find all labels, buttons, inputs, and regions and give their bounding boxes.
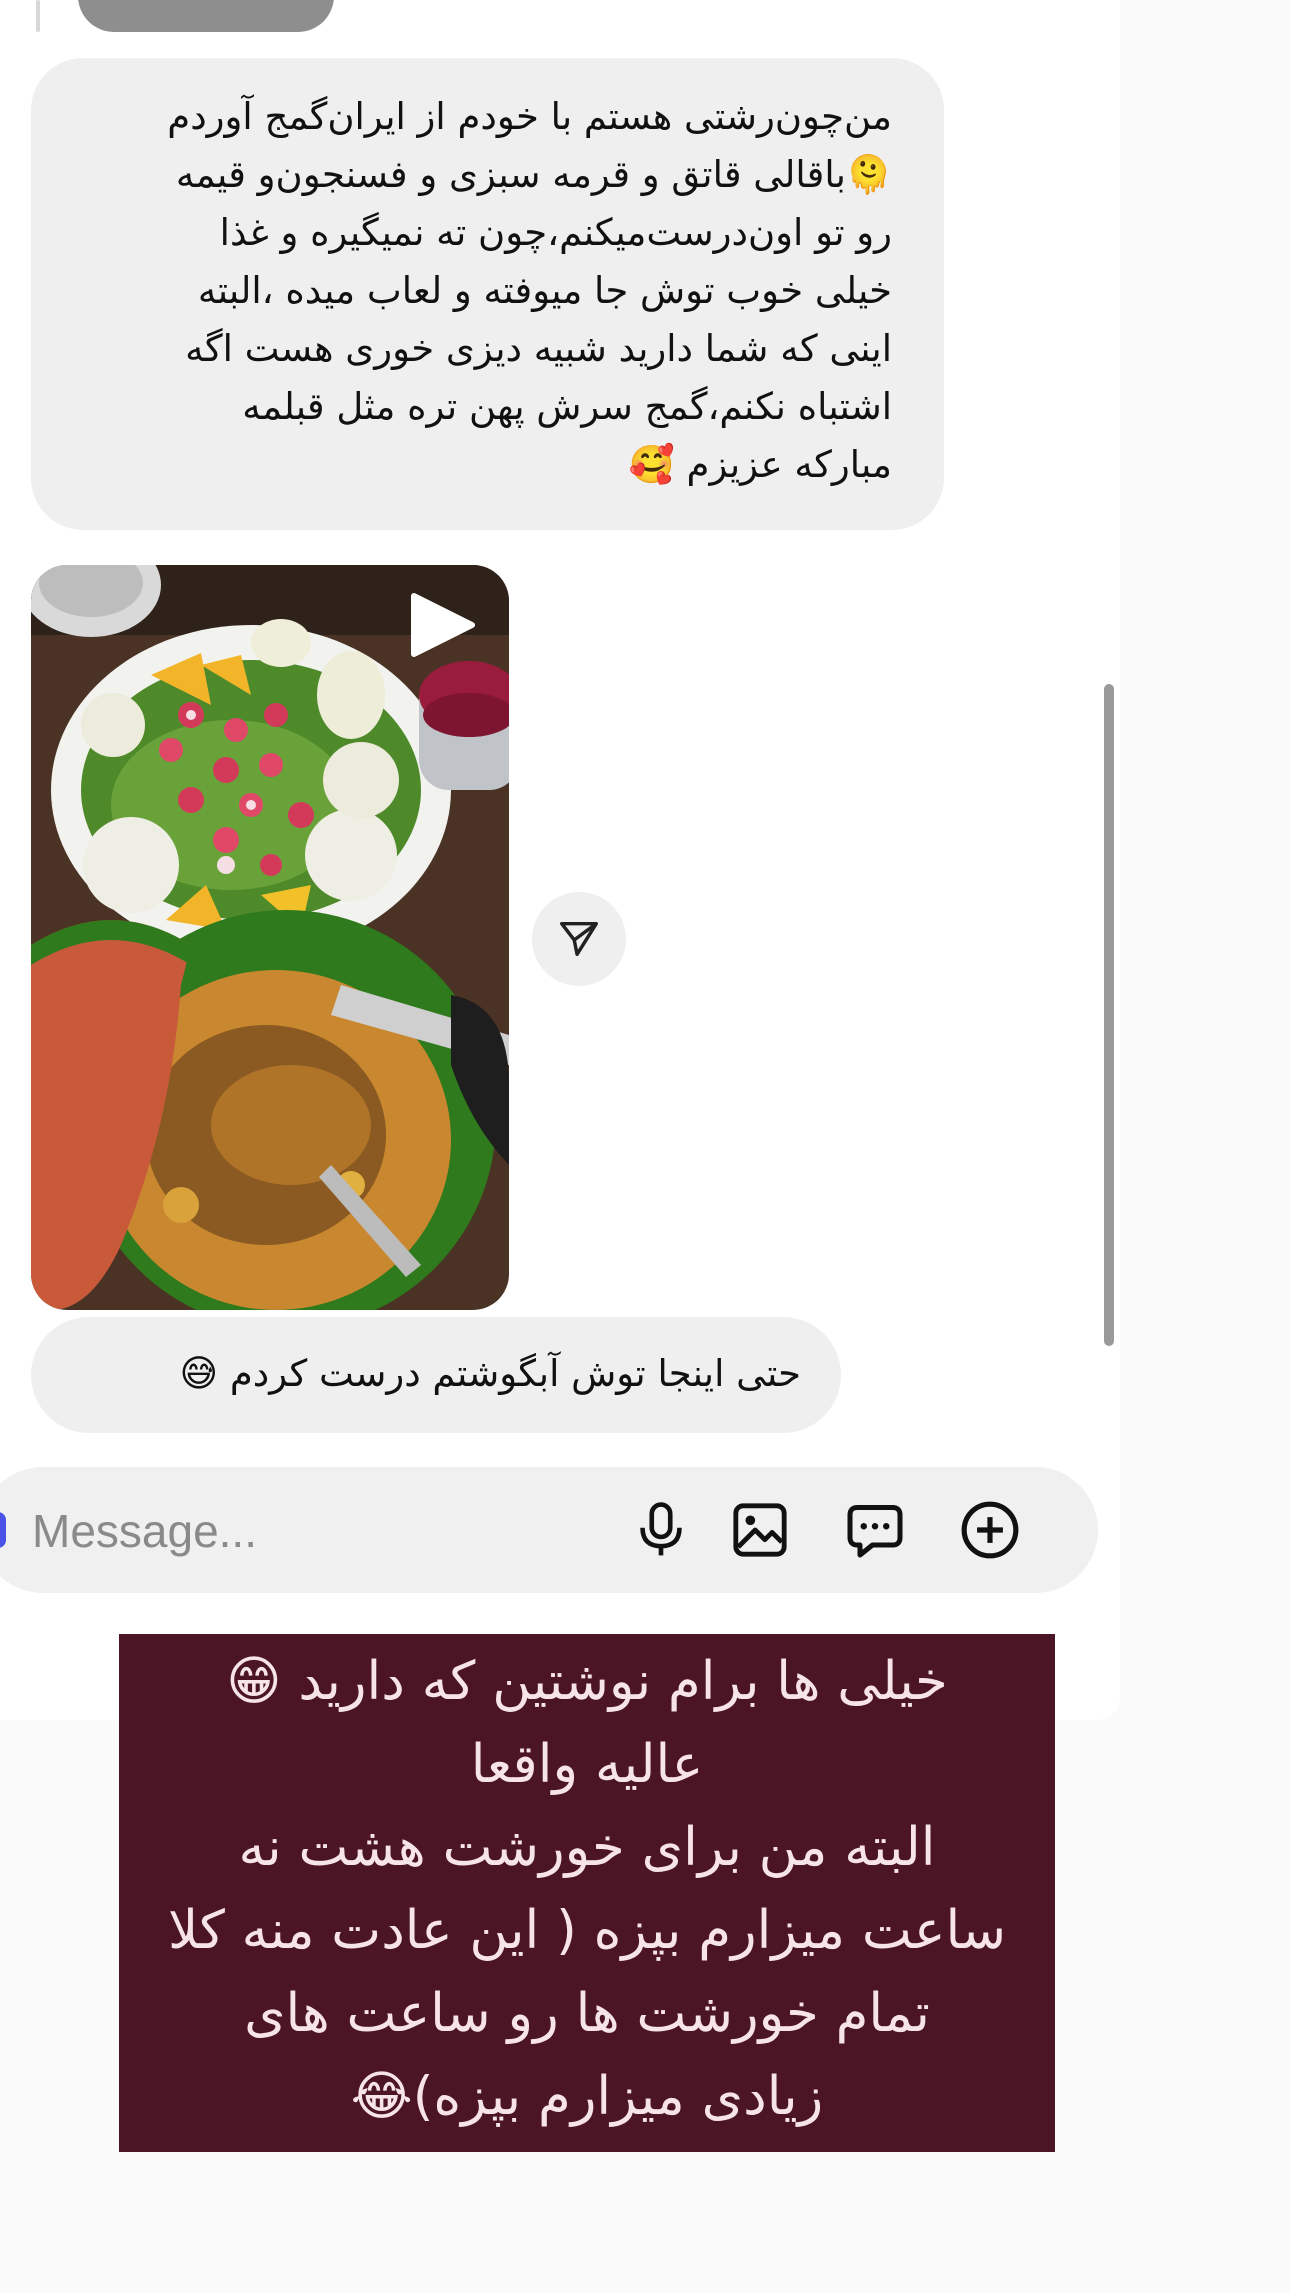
video-message[interactable] — [31, 565, 509, 1310]
microphone-button[interactable] — [628, 1497, 694, 1563]
thread-line — [36, 0, 40, 32]
gallery-button[interactable] — [727, 1497, 793, 1563]
plus-circle-icon — [961, 1501, 1019, 1559]
share-button[interactable] — [532, 892, 626, 986]
play-icon[interactable] — [400, 592, 480, 658]
message-bubble[interactable]: حتی اینجا توش آبگوشتم درست کردم 😅 — [31, 1317, 841, 1433]
scrollbar[interactable] — [1104, 684, 1114, 1346]
gallery-icon — [733, 1503, 787, 1557]
add-button[interactable] — [957, 1497, 1023, 1563]
chat-bubble-icon — [847, 1505, 903, 1558]
microphone-icon — [640, 1502, 682, 1556]
story-caption: خیلی ها برام نوشتین که دارید 😁 عالیه واق… — [119, 1634, 1055, 2152]
message-input[interactable] — [32, 1500, 592, 1562]
camera-button[interactable] — [0, 1512, 6, 1548]
video-thumbnail — [31, 565, 509, 1310]
sticker-button[interactable] — [842, 1497, 908, 1563]
send-icon — [560, 921, 598, 957]
previous-message-bubble[interactable] — [78, 0, 334, 32]
message-bubble[interactable]: من‌چون‌رشتی هستم با خودم از ایران‌گمج آو… — [31, 58, 944, 530]
